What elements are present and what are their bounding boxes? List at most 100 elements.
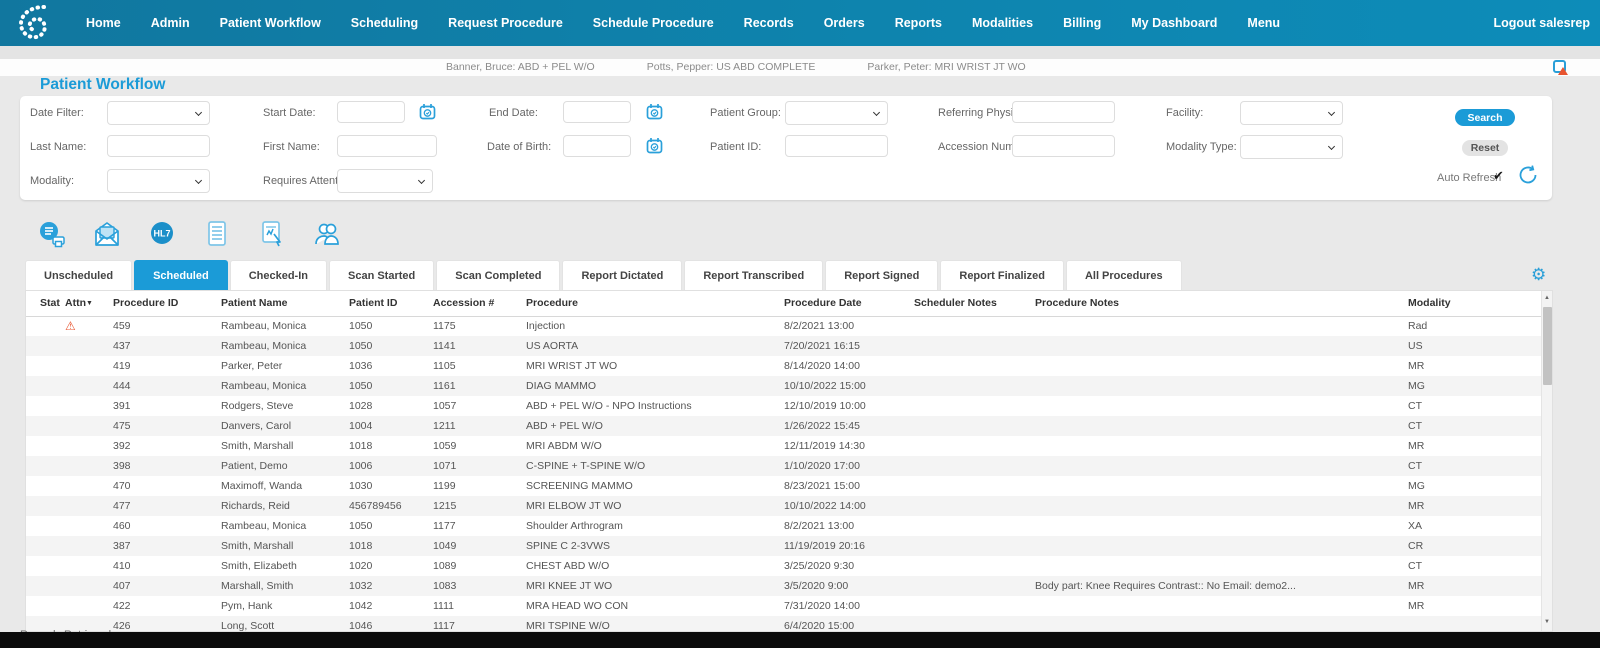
workflow-tab[interactable]: Scan Completed [436, 260, 561, 290]
scheduler-notes-cell [910, 356, 1031, 376]
table-row[interactable]: ⚠ 460 Rambeau, Monica 1050 1177 Shoulder… [26, 516, 1542, 536]
start-date-calendar-icon[interactable] [419, 103, 436, 120]
procedure-notes-cell [1031, 496, 1404, 516]
reset-button[interactable]: Reset [1462, 140, 1508, 156]
modality-select[interactable] [107, 169, 210, 193]
procedure-cell: CHEST ABD W/O [526, 560, 610, 572]
ticker-alert-icon[interactable] [1553, 60, 1568, 75]
workflow-tab[interactable]: Scan Started [329, 260, 435, 290]
attn-cell: ⚠ [61, 536, 109, 556]
hl7-icon[interactable]: HL7 [148, 220, 176, 248]
nav-item[interactable]: My Dashboard [1131, 16, 1217, 30]
nav-item[interactable]: Home [86, 16, 121, 30]
patient-id-cell: 1050 [349, 380, 373, 392]
refresh-icon[interactable] [1517, 164, 1539, 186]
table-row[interactable]: ⚠ 437 Rambeau, Monica 1050 1141 US AORTA… [26, 336, 1542, 356]
workflow-tab[interactable]: Report Signed [825, 260, 939, 290]
order-notes-icon[interactable] [203, 220, 231, 248]
auto-refresh-label: Auto Refresh [1437, 172, 1502, 184]
procedure-date-cell: 10/10/2022 15:00 [784, 380, 866, 392]
table-row[interactable]: ⚠ 419 Parker, Peter 1036 1105 MRI WRIST … [26, 356, 1542, 376]
patient-group-select[interactable] [785, 101, 888, 125]
patient-name-cell: Marshall, Smith [221, 580, 294, 592]
end-date-calendar-icon[interactable] [646, 103, 663, 120]
table-row[interactable]: ⚠ 459 Rambeau, Monica 1050 1175 Injectio… [26, 316, 1542, 336]
procedure-date-cell: 10/10/2022 14:00 [784, 500, 866, 512]
email-icon[interactable] [93, 220, 121, 248]
table-row[interactable]: ⚠ 426 Long, Scott 1046 1117 MRI TSPINE W… [26, 616, 1542, 631]
requires-attention-select[interactable] [337, 169, 433, 193]
attn-cell: ⚠ [61, 376, 109, 396]
procedure-cell: MRI ABDM W/O [526, 440, 602, 452]
nav-item[interactable]: Modalities [972, 16, 1033, 30]
table-row[interactable]: ⚠ 477 Richards, Reid 456789456 1215 MRI … [26, 496, 1542, 516]
procedure-cell: MRI ELBOW JT WO [526, 500, 622, 512]
start-date-input[interactable] [337, 101, 405, 123]
print-report-icon[interactable] [38, 220, 66, 248]
accession-number-input[interactable] [1012, 135, 1115, 157]
table-row[interactable]: ⚠ 391 Rodgers, Steve 1028 1057 ABD + PEL… [26, 396, 1542, 416]
logout-button[interactable]: Logout salesrep [1493, 16, 1590, 30]
workflow-tab[interactable]: Checked-In [229, 260, 327, 290]
workflow-tab[interactable]: Report Dictated [562, 260, 683, 290]
attn-cell: ⚠ [61, 516, 109, 536]
nav-item[interactable]: Scheduling [351, 16, 418, 30]
nav-item[interactable]: Billing [1063, 16, 1101, 30]
table-settings-gear-icon[interactable]: ⚙ [1531, 266, 1546, 283]
nav-item[interactable]: Menu [1247, 16, 1280, 30]
table-row[interactable]: ⚠ 422 Pym, Hank 1042 1111 MRA HEAD WO CO… [26, 596, 1542, 616]
workflow-tab[interactable]: Report Transcribed [684, 260, 824, 290]
table-row[interactable]: ⚠ 444 Rambeau, Monica 1050 1161 DIAG MAM… [26, 376, 1542, 396]
scheduler-notes-cell [910, 516, 1031, 536]
patients-icon[interactable] [313, 220, 341, 248]
modality-type-label: Modality Type: [1166, 141, 1237, 153]
sign-report-icon[interactable] [258, 220, 286, 248]
date-filter-select[interactable] [107, 101, 210, 125]
table-row[interactable]: ⚠ 407 Marshall, Smith 1032 1083 MRI KNEE… [26, 576, 1542, 596]
nav-item[interactable]: Request Procedure [448, 16, 563, 30]
first-name-input[interactable] [337, 135, 437, 157]
accession-cell: 1161 [433, 380, 456, 392]
patient-id-input[interactable] [785, 135, 888, 157]
procedure-notes-cell [1031, 316, 1404, 336]
procedure-date-cell: 8/14/2020 14:00 [784, 360, 860, 372]
scroll-down-icon[interactable]: ▼ [1542, 615, 1552, 629]
search-button[interactable]: Search [1455, 109, 1515, 126]
patient-id-cell: 456789456 [349, 500, 402, 512]
last-name-input[interactable] [107, 135, 210, 157]
col-attn[interactable]: Attn▼ [61, 291, 109, 317]
table-row[interactable]: ⚠ 475 Danvers, Carol 1004 1211 ABD + PEL… [26, 416, 1542, 436]
modality-type-select[interactable] [1240, 135, 1343, 159]
table-row[interactable]: ⚠ 470 Maximoff, Wanda 1030 1199 SCREENIN… [26, 476, 1542, 496]
facility-select[interactable] [1240, 101, 1343, 125]
procedure-cell: SCREENING MAMMO [526, 480, 633, 492]
procedure-id-cell: 437 [113, 340, 131, 352]
table-row[interactable]: ⚠ 387 Smith, Marshall 1018 1049 SPINE C … [26, 536, 1542, 556]
table-row[interactable]: ⚠ 398 Patient, Demo 1006 1071 C-SPINE + … [26, 456, 1542, 476]
stat-cell [26, 336, 61, 356]
accession-cell: 1057 [433, 400, 457, 412]
workflow-tab[interactable]: Report Finalized [940, 260, 1064, 290]
scheduler-notes-cell [910, 456, 1031, 476]
last-name-label: Last Name: [30, 141, 87, 153]
end-date-input[interactable] [563, 101, 631, 123]
nav-item[interactable]: Orders [824, 16, 865, 30]
scrollbar-thumb[interactable] [1543, 307, 1552, 385]
col-procedure: Procedure [522, 291, 780, 317]
auto-refresh-checkbox[interactable]: ✔ [1493, 168, 1504, 184]
workflow-tab[interactable]: Scheduled [134, 260, 228, 290]
referring-physician-input[interactable] [1012, 101, 1115, 123]
table-row[interactable]: ⚠ 392 Smith, Marshall 1018 1059 MRI ABDM… [26, 436, 1542, 456]
table-row[interactable]: ⚠ 410 Smith, Elizabeth 1020 1089 CHEST A… [26, 556, 1542, 576]
table-scrollbar[interactable]: ▲ ▼ [1541, 291, 1552, 631]
nav-item[interactable]: Schedule Procedure [593, 16, 714, 30]
nav-item[interactable]: Records [744, 16, 794, 30]
nav-item[interactable]: Patient Workflow [220, 16, 321, 30]
nav-item[interactable]: Reports [895, 16, 942, 30]
scroll-up-icon[interactable]: ▲ [1542, 291, 1552, 305]
nav-item[interactable]: Admin [151, 16, 190, 30]
date-of-birth-calendar-icon[interactable] [646, 137, 663, 154]
date-of-birth-input[interactable] [563, 135, 631, 157]
workflow-tab[interactable]: All Procedures [1065, 260, 1182, 290]
workflow-tab[interactable]: Unscheduled [25, 260, 133, 290]
